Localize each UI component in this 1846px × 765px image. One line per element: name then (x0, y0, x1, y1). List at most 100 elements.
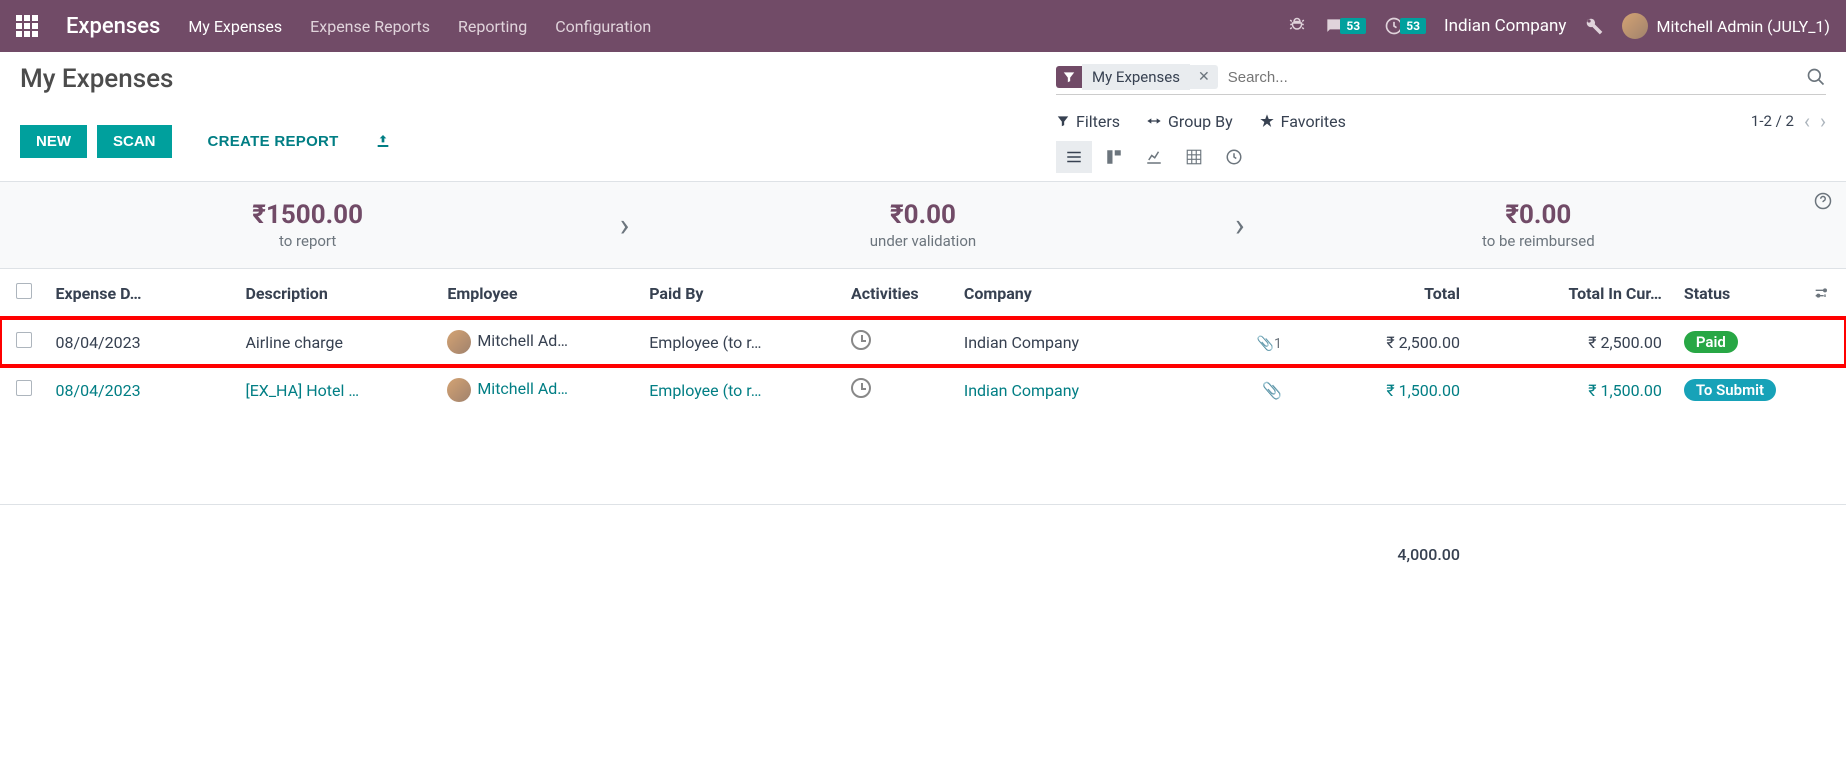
status-to-report[interactable]: ₹1500.00 to report › (0, 200, 615, 250)
activities-icon[interactable]: 53 (1384, 16, 1426, 36)
col-attach (1241, 269, 1290, 318)
cell-total-currency: ₹ 1,500.00 (1468, 366, 1670, 414)
table-row[interactable]: 08/04/2023 [EX_HA] Hotel … Mitchell Ad… … (0, 366, 1846, 414)
row-checkbox[interactable] (16, 332, 32, 348)
tools-icon[interactable] (1584, 16, 1604, 36)
view-pivot-icon[interactable] (1176, 141, 1212, 173)
table-row[interactable]: 08/04/2023 Airline charge Mitchell Ad… E… (0, 318, 1846, 367)
status-to-be-reimbursed[interactable]: ₹0.00 to be reimbursed (1231, 200, 1846, 250)
search-facet-label: My Expenses (1082, 64, 1190, 90)
view-list-icon[interactable] (1056, 141, 1092, 173)
page-title: My Expenses (20, 64, 173, 94)
group-by-button[interactable]: Group By (1146, 112, 1233, 131)
cell-status: To Submit (1670, 366, 1806, 414)
search-facet-icon (1056, 66, 1082, 88)
menu-reporting[interactable]: Reporting (458, 17, 527, 36)
app-title[interactable]: Expenses (66, 14, 160, 39)
adjust-columns-icon[interactable] (1813, 285, 1838, 301)
search-input[interactable] (1218, 65, 1806, 90)
user-name: Mitchell Admin (JULY_1) (1656, 17, 1830, 36)
footer-total: 4,000.00 (1290, 504, 1468, 576)
cell-attach[interactable]: 📎 (1241, 366, 1290, 414)
favorites-button[interactable]: Favorites (1259, 112, 1346, 131)
col-paid-by[interactable]: Paid By (641, 269, 843, 318)
view-graph-icon[interactable] (1136, 141, 1172, 173)
menu-my-expenses[interactable]: My Expenses (188, 17, 282, 36)
search-bar[interactable]: My Expenses ✕ (1056, 64, 1826, 95)
cell-total: ₹ 2,500.00 (1290, 318, 1468, 367)
status-to-be-reimbursed-amount: ₹0.00 (1231, 200, 1846, 230)
cell-status: Paid (1670, 318, 1806, 367)
expense-statusbar: ₹1500.00 to report › ₹0.00 under validat… (0, 181, 1846, 269)
status-under-validation[interactable]: ₹0.00 under validation › (615, 200, 1230, 250)
status-to-be-reimbursed-label: to be reimbursed (1231, 232, 1846, 250)
status-to-report-amount: ₹1500.00 (0, 200, 615, 230)
menu-configuration[interactable]: Configuration (555, 17, 651, 36)
status-under-validation-amount: ₹0.00 (615, 200, 1230, 230)
cell-paid-by: Employee (to r… (641, 318, 843, 367)
cell-company: Indian Company (956, 366, 1241, 414)
company-selector[interactable]: Indian Company (1444, 16, 1566, 36)
help-icon[interactable] (1814, 192, 1832, 210)
status-to-report-label: to report (0, 232, 615, 250)
user-avatar (1622, 13, 1648, 39)
col-description[interactable]: Description (237, 269, 439, 318)
cell-activities[interactable] (843, 318, 956, 367)
employee-avatar (447, 330, 471, 354)
col-company[interactable]: Company (956, 269, 1241, 318)
cell-paid-by: Employee (to r… (641, 366, 843, 414)
group-by-label: Group By (1168, 112, 1233, 131)
row-checkbox[interactable] (16, 380, 32, 396)
apps-icon[interactable] (16, 15, 38, 37)
cell-activities[interactable] (843, 366, 956, 414)
pager-text: 1-2 / 2 (1751, 112, 1794, 130)
menu-expense-reports[interactable]: Expense Reports (310, 17, 430, 36)
upload-icon[interactable] (375, 133, 391, 149)
col-total[interactable]: Total (1290, 269, 1468, 318)
view-activity-icon[interactable] (1216, 141, 1252, 173)
employee-avatar (447, 378, 471, 402)
pager: 1-2 / 2 ‹ › (1751, 109, 1826, 133)
clock-icon (851, 378, 871, 398)
cell-attach[interactable]: 📎1 (1241, 318, 1290, 367)
filters-button[interactable]: Filters (1056, 112, 1120, 131)
scan-button[interactable]: SCAN (97, 125, 172, 158)
messages-badge: 53 (1340, 18, 1366, 34)
create-report-button[interactable]: CREATE REPORT (192, 125, 355, 158)
messages-icon[interactable]: 53 (1324, 16, 1366, 36)
pager-next[interactable]: › (1820, 109, 1826, 133)
table-footer-row: 4,000.00 (0, 504, 1846, 576)
top-navbar: Expenses My Expenses Expense Reports Rep… (0, 0, 1846, 52)
cell-company: Indian Company (956, 318, 1241, 367)
cell-description: [EX_HA] Hotel … (237, 366, 439, 414)
cell-total: ₹ 1,500.00 (1290, 366, 1468, 414)
select-all-checkbox[interactable] (16, 283, 32, 299)
pager-prev[interactable]: ‹ (1804, 109, 1810, 133)
activities-badge: 53 (1400, 18, 1426, 34)
favorites-label: Favorites (1281, 112, 1346, 131)
search-facet-remove[interactable]: ✕ (1190, 65, 1218, 89)
cell-employee: Mitchell Ad… (439, 366, 641, 414)
paperclip-icon: 📎 (1257, 336, 1274, 352)
col-status[interactable]: Status (1670, 269, 1806, 318)
col-total-currency[interactable]: Total In Cur… (1468, 269, 1670, 318)
table-header-row: Expense D… Description Employee Paid By … (0, 269, 1846, 318)
col-employee[interactable]: Employee (439, 269, 641, 318)
control-panel: My Expenses My Expenses ✕ NEW SCAN CREAT… (0, 52, 1846, 181)
cell-date: 08/04/2023 (47, 366, 237, 414)
paperclip-icon: 📎 (1262, 381, 1282, 400)
new-button[interactable]: NEW (20, 125, 87, 158)
expense-table: Expense D… Description Employee Paid By … (0, 269, 1846, 576)
cell-employee: Mitchell Ad… (439, 318, 641, 367)
cell-total-currency: ₹ 2,500.00 (1468, 318, 1670, 367)
search-icon[interactable] (1806, 67, 1826, 87)
col-activities[interactable]: Activities (843, 269, 956, 318)
debug-icon[interactable] (1288, 17, 1306, 35)
user-menu[interactable]: Mitchell Admin (JULY_1) (1622, 13, 1830, 39)
view-kanban-icon[interactable] (1096, 141, 1132, 173)
cell-date: 08/04/2023 (47, 318, 237, 367)
clock-icon (851, 330, 871, 350)
col-date[interactable]: Expense D… (47, 269, 237, 318)
cell-description: Airline charge (237, 318, 439, 367)
status-under-validation-label: under validation (615, 232, 1230, 250)
